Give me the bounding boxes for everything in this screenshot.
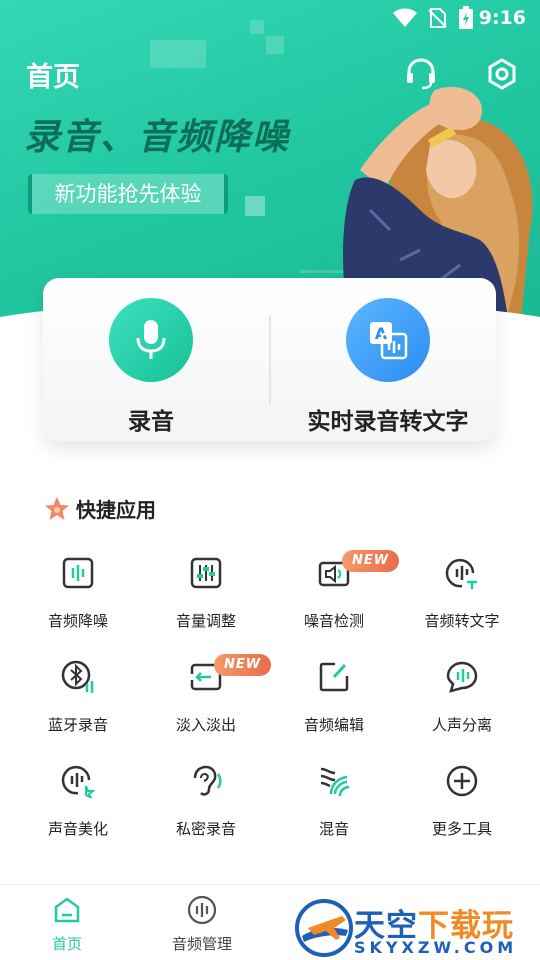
tool-private-record[interactable]: 私密录音 bbox=[142, 760, 270, 850]
no-sim-icon bbox=[428, 8, 447, 28]
decor-dots bbox=[150, 40, 206, 68]
microphone-icon bbox=[109, 298, 193, 382]
headset-icon[interactable] bbox=[404, 58, 438, 90]
star-icon bbox=[45, 496, 69, 520]
tool-audio-to-text[interactable]: 音频转文字 bbox=[398, 552, 526, 642]
tool-label: 蓝牙录音 bbox=[47, 716, 108, 734]
home-icon bbox=[54, 897, 80, 923]
quick-apps-header: 快捷应用 bbox=[44, 494, 156, 523]
edit-icon bbox=[319, 662, 349, 692]
record-label: 录音 bbox=[128, 409, 174, 435]
plus-circle-icon bbox=[446, 765, 478, 797]
tool-label: 音频降噪 bbox=[47, 612, 108, 630]
mix-icon bbox=[320, 767, 350, 797]
decor-square bbox=[245, 196, 265, 216]
tool-label: 声音美化 bbox=[47, 820, 108, 838]
watermark-domain: SKYXZW.COM bbox=[354, 938, 518, 957]
decor-square bbox=[266, 36, 284, 54]
tool-more[interactable]: 更多工具 bbox=[398, 760, 526, 850]
tool-volume-adjust[interactable]: 音量调整 bbox=[142, 552, 270, 642]
realtime-transcribe-label: 实时录音转文字 bbox=[307, 409, 469, 435]
tool-label: 混音 bbox=[318, 820, 349, 838]
tool-mix[interactable]: 混音 bbox=[270, 760, 398, 850]
tool-voice-beautify[interactable]: 声音美化 bbox=[14, 760, 142, 850]
status-time: 9:16 bbox=[478, 7, 526, 29]
airplane-logo-icon bbox=[295, 899, 353, 957]
tool-label: 音频编辑 bbox=[303, 716, 364, 734]
nav-home[interactable]: 首页 bbox=[17, 895, 117, 954]
card-divider bbox=[269, 315, 271, 405]
tool-label: 音量调整 bbox=[175, 612, 236, 630]
audio-manage-icon bbox=[187, 895, 217, 925]
tool-label: 淡入淡出 bbox=[175, 716, 236, 734]
tool-noise-detect[interactable]: 噪音检测 NEW bbox=[270, 550, 400, 642]
banner-subline: 新功能抢先体验 bbox=[28, 174, 228, 214]
tool-audio-edit[interactable]: 音频编辑 bbox=[270, 656, 398, 746]
realtime-transcribe-button[interactable]: A 实时录音转文字 bbox=[293, 298, 483, 436]
tool-label: 人声分离 bbox=[431, 716, 492, 734]
battery-charging-icon bbox=[459, 6, 473, 29]
new-badge: NEW bbox=[214, 654, 272, 676]
tool-label: 噪音检测 bbox=[303, 612, 364, 630]
page-title: 首页 bbox=[26, 62, 80, 93]
status-bar: 9:16 bbox=[0, 0, 540, 36]
quick-apps-title: 快捷应用 bbox=[76, 498, 156, 522]
record-button[interactable]: 录音 bbox=[56, 298, 246, 436]
sound-magic-icon bbox=[61, 765, 96, 801]
audio-to-text-icon bbox=[445, 558, 477, 589]
nav-audio-manage[interactable]: 音频管理 bbox=[152, 895, 252, 954]
tool-label: 更多工具 bbox=[431, 820, 492, 838]
banner-headline: 录音、音频降噪 bbox=[24, 117, 291, 158]
ear-icon bbox=[193, 765, 222, 796]
tool-vocal-separation[interactable]: 人声分离 bbox=[398, 656, 526, 746]
waveform-box-icon bbox=[62, 557, 94, 589]
bluetooth-icon bbox=[61, 660, 94, 693]
watermark-logo: 天空下载玩 SKYXZW.COM bbox=[292, 896, 540, 960]
primary-actions-card: 录音 A 实时录音转文字 bbox=[43, 278, 496, 441]
nav-label: 首页 bbox=[51, 935, 82, 953]
nav-label: 音频管理 bbox=[171, 935, 232, 953]
tool-label: 私密录音 bbox=[175, 820, 236, 838]
tool-label: 音频转文字 bbox=[424, 612, 500, 630]
tool-noise-reduction[interactable]: 音频降噪 bbox=[14, 552, 142, 642]
new-badge: NEW bbox=[342, 550, 400, 572]
settings-icon[interactable] bbox=[486, 58, 518, 90]
tool-bluetooth-record[interactable]: 蓝牙录音 bbox=[14, 656, 142, 746]
sliders-icon bbox=[190, 557, 222, 589]
wifi-icon bbox=[393, 8, 417, 27]
tool-fade[interactable]: 淡入淡出 NEW bbox=[142, 654, 272, 746]
speech-to-text-icon: A bbox=[346, 298, 430, 382]
voice-bubble-icon bbox=[446, 661, 478, 693]
